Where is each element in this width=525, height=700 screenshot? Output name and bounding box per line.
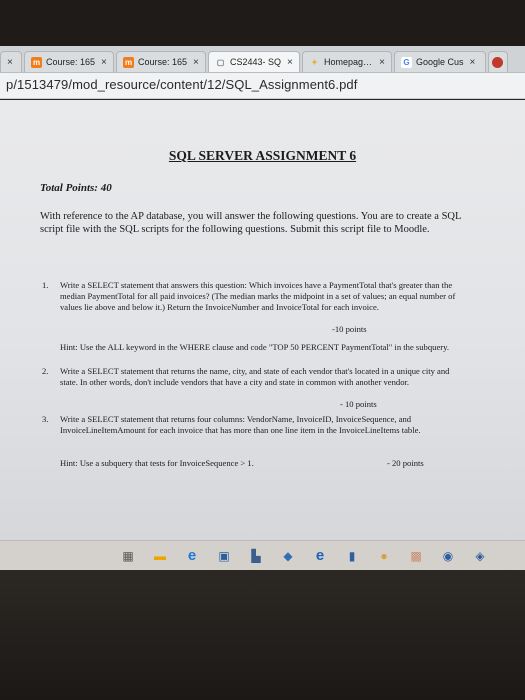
question-text: Write a SELECT statement that returns th… [60, 366, 450, 387]
question-1: 1. Write a SELECT statement that answers… [42, 280, 462, 340]
question-points: - 20 points [387, 458, 424, 468]
shield-icon[interactable]: ◈ [472, 548, 488, 564]
address-bar[interactable]: p/1513479/mod_resource/content/12/SQL_As… [0, 73, 525, 99]
close-icon[interactable]: × [287, 57, 293, 68]
question-points: - 10 points [340, 399, 377, 409]
calculator-icon[interactable]: ▦ [120, 548, 136, 564]
tab-cs2443[interactable]: ▢ CS2443- SQ × [208, 51, 300, 72]
ie-icon[interactable]: e [312, 547, 328, 564]
close-icon[interactable]: × [7, 57, 13, 68]
edge-icon[interactable]: e [184, 547, 200, 564]
moodle-icon: m [31, 56, 42, 68]
tab-course-2[interactable]: m Course: 165 × [116, 51, 206, 72]
app-icon[interactable]: ▩ [408, 548, 424, 564]
monitor-bezel-top [0, 0, 525, 46]
tab-google[interactable]: G Google Cus × [394, 51, 486, 72]
chrome-icon[interactable]: ● [376, 548, 392, 564]
close-icon[interactable]: × [193, 57, 199, 68]
page-title: SQL SERVER ASSIGNMENT 6 [168, 148, 357, 163]
question-3-points-row: - 20 points [42, 458, 462, 470]
question-number: 3. [42, 414, 49, 424]
tab-title: Google Cus [416, 57, 464, 67]
homepage-icon: ✦ [311, 57, 318, 67]
question-points: -10 points [332, 324, 367, 334]
browser-tab-strip: × m Course: 165 × m Course: 165 × ▢ CS24… [0, 46, 525, 73]
notes-icon[interactable]: ▬ [152, 548, 168, 564]
office-icon[interactable]: ▮ [344, 548, 360, 564]
close-icon[interactable]: × [379, 57, 385, 68]
total-points: Total Points: 40 [40, 182, 112, 194]
question-number: 2. [42, 366, 49, 376]
tab-title: Course: 165 [138, 57, 188, 67]
question-1-hint: Hint: Use the ALL keyword in the WHERE c… [60, 342, 450, 352]
question-text: Write a SELECT statement that answers th… [60, 280, 456, 312]
tab-title: Course: 165 [46, 57, 96, 67]
monitor-bezel-bottom [0, 570, 525, 700]
files-icon[interactable]: ▙ [248, 548, 264, 564]
photos-icon[interactable]: ◆ [280, 548, 296, 564]
question-2: 2. Write a SELECT statement that returns… [42, 366, 462, 412]
document-icon: ▢ [216, 57, 225, 67]
question-3: 3. Write a SELECT statement that returns… [42, 414, 462, 454]
intro-paragraph: With reference to the AP database, you w… [40, 211, 462, 235]
taskbar: ▦ ▬ e ▣ ▙ ◆ e ▮ ● ▩ ◉ ◈ [0, 540, 525, 570]
new-tab-button[interactable] [488, 51, 508, 72]
moodle-icon: m [123, 56, 134, 68]
question-text: Write a SELECT statement that returns fo… [60, 414, 421, 435]
close-icon[interactable]: × [101, 57, 107, 68]
store-icon[interactable]: ▣ [216, 548, 232, 564]
google-icon: G [401, 56, 412, 68]
tab-homepage[interactable]: ✦ Homepage - × [302, 51, 392, 72]
close-icon[interactable]: × [470, 57, 476, 68]
settings-icon[interactable]: ◉ [440, 548, 456, 564]
tab-title: CS2443- SQ [230, 57, 282, 67]
tab-partial[interactable]: × [0, 51, 22, 72]
tab-title: Homepage - [324, 57, 374, 67]
pdf-document: SQL SERVER ASSIGNMENT 6 Total Points: 40… [0, 100, 525, 540]
extension-icon [492, 56, 503, 68]
question-number: 1. [42, 280, 49, 290]
tab-course-1[interactable]: m Course: 165 × [24, 51, 114, 72]
